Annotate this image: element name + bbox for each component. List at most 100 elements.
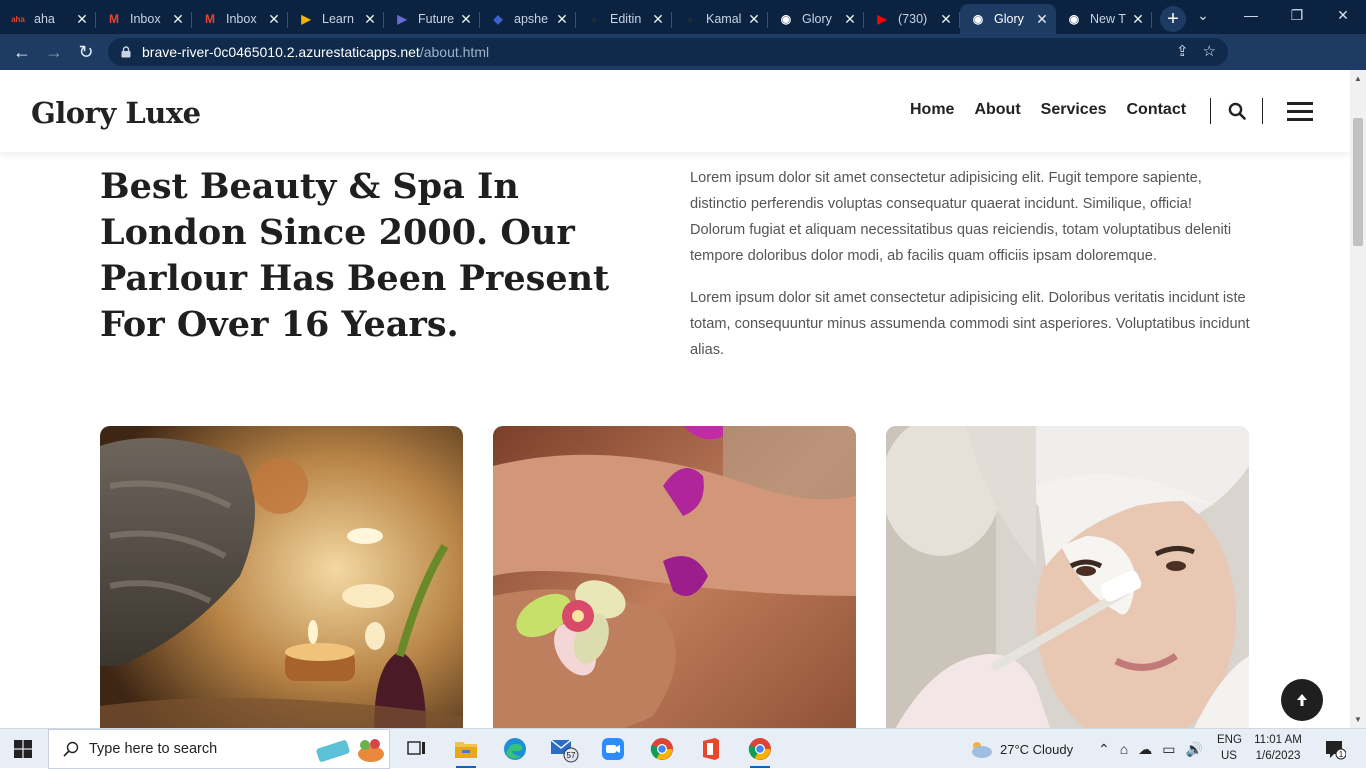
reload-button[interactable]: ↻ xyxy=(70,38,102,66)
browser-tab[interactable]: ▶ Future ✕ xyxy=(384,4,480,34)
tab-close-icon[interactable]: ✕ xyxy=(842,11,858,28)
forward-button[interactable]: → xyxy=(38,38,70,66)
notification-center-icon[interactable]: 1 xyxy=(1320,735,1350,763)
header-divider xyxy=(1210,98,1211,124)
tab-close-icon[interactable]: ✕ xyxy=(746,11,762,28)
tab-close-icon[interactable]: ✕ xyxy=(170,11,186,28)
windows-start-icon[interactable] xyxy=(14,740,32,758)
aha-icon: aha xyxy=(11,14,25,24)
tab-title: Glory xyxy=(994,12,1024,26)
hamburger-menu-icon[interactable] xyxy=(1287,102,1313,122)
weather-text: 27°C Cloudy xyxy=(1000,741,1074,757)
browser-toolbar: ← → ↻ brave-river-0c0465010.2.azurestati… xyxy=(0,34,1366,97)
restore-button[interactable]: ❐ xyxy=(1274,0,1320,30)
back-to-top-button[interactable] xyxy=(1281,679,1323,721)
header-divider xyxy=(1262,98,1263,124)
weather-widget[interactable]: 27°C Cloudy xyxy=(968,729,1073,769)
meet-now-icon[interactable]: ⌂ xyxy=(1120,741,1128,757)
browser-tab[interactable]: ◉ New T ✕ xyxy=(1056,4,1152,34)
browser-tab[interactable]: ▶ (730) ✕ xyxy=(864,4,960,34)
feet-flower-spa-photo xyxy=(493,426,856,728)
address-bar[interactable]: brave-river-0c0465010.2.azurestaticapps.… xyxy=(108,38,1228,66)
bookmark-star-icon[interactable]: ☆ xyxy=(1203,42,1216,60)
chrome-icon[interactable] xyxy=(647,735,677,763)
browser-tab[interactable]: ◆ apshe ✕ xyxy=(480,4,576,34)
browser-tab[interactable]: ● Editin ✕ xyxy=(576,4,672,34)
chrome-active-icon[interactable] xyxy=(745,735,775,768)
nav-services[interactable]: Services xyxy=(1041,101,1107,119)
tab-close-icon[interactable]: ✕ xyxy=(266,11,282,28)
browser-tab[interactable]: ◉ Glory ✕ xyxy=(960,4,1056,34)
language-indicator[interactable]: ENG US xyxy=(1217,732,1242,764)
tab-close-icon[interactable]: ✕ xyxy=(458,11,474,28)
chrome-icon: ◉ xyxy=(972,12,984,26)
spa-towel-candles-photo xyxy=(100,426,463,728)
tray-chevron-icon[interactable]: ⌃ xyxy=(1098,741,1110,758)
tab-close-icon[interactable]: ✕ xyxy=(1130,11,1146,28)
tab-close-icon[interactable]: ✕ xyxy=(938,11,954,28)
tab-title: Future xyxy=(418,12,455,26)
tab-close-icon[interactable]: ✕ xyxy=(554,11,570,28)
play-icon: ▶ xyxy=(301,12,311,26)
browser-tab[interactable]: ● Kamal ✕ xyxy=(672,4,768,34)
search-highlight-illustration xyxy=(316,739,384,762)
zoom-icon[interactable] xyxy=(598,735,628,763)
search-icon[interactable] xyxy=(1228,102,1246,120)
service-card-spa[interactable] xyxy=(100,426,463,728)
tab-title: Inbox xyxy=(130,12,161,26)
nav-about[interactable]: About xyxy=(974,101,1020,119)
about-paragraph-1: Lorem ipsum dolor sit amet consectetur a… xyxy=(690,170,1232,264)
browser-tab-strip: aha aha ✕ M Inbox ✕ M Inbox ✕ ▶ Learn ✕ ▶ Future ✕ ◆ aps… xyxy=(0,0,1366,34)
tab-close-icon[interactable]: ✕ xyxy=(362,11,378,28)
close-window-button[interactable]: ✕ xyxy=(1320,0,1366,30)
edge-icon[interactable] xyxy=(500,735,530,763)
scroll-down-arrow-icon[interactable]: ▼ xyxy=(1354,715,1362,724)
gmail-icon: M xyxy=(205,12,215,26)
main-nav: Home About Services Contact xyxy=(910,101,1186,119)
scrollbar-thumb[interactable] xyxy=(1353,118,1363,246)
battery-icon[interactable]: ▭ xyxy=(1162,741,1175,758)
page-viewport: Glory Luxe Home About Services Contact B… xyxy=(0,70,1350,728)
service-card-facial[interactable] xyxy=(886,426,1249,728)
arrow-up-icon xyxy=(1297,694,1307,706)
nav-contact[interactable]: Contact xyxy=(1127,101,1187,119)
tab-title: New T xyxy=(1090,12,1126,26)
scroll-up-arrow-icon[interactable]: ▲ xyxy=(1354,74,1362,83)
nav-home[interactable]: Home xyxy=(910,101,954,119)
notification-badge: 1 xyxy=(1339,750,1344,759)
search-icon xyxy=(63,741,79,757)
task-view-icon[interactable] xyxy=(402,735,432,763)
back-button[interactable]: ← xyxy=(6,38,38,66)
system-tray: ⌃ ⌂ ☁ ▭ 🔊 xyxy=(1098,729,1203,769)
tab-title: Editin xyxy=(610,12,642,26)
github-icon: ● xyxy=(686,12,694,26)
clock[interactable]: 11:01 AM 1/6/2023 xyxy=(1252,732,1304,764)
tab-title: (730) xyxy=(898,12,928,26)
about-heading: Best Beauty & Spa In London Since 2000. … xyxy=(100,166,610,345)
site-logo[interactable]: Glory Luxe xyxy=(31,96,201,130)
taskbar-search-box[interactable]: Type here to search xyxy=(48,729,390,769)
share-icon[interactable]: ⇪ xyxy=(1176,42,1189,60)
browser-tab[interactable]: M Inbox ✕ xyxy=(96,4,192,34)
mail-icon[interactable]: 57 xyxy=(549,735,579,763)
office-icon[interactable] xyxy=(696,735,726,763)
volume-icon[interactable]: 🔊 xyxy=(1185,741,1202,758)
service-card-pedicure[interactable] xyxy=(493,426,856,728)
tab-title: Learn xyxy=(322,12,354,26)
minimize-button[interactable]: — xyxy=(1228,0,1274,30)
browser-tab[interactable]: aha aha ✕ xyxy=(0,4,96,34)
tab-search-chevron-icon[interactable]: ⌄ xyxy=(1180,0,1226,30)
about-paragraph-2: Lorem ipsum dolor sit amet consectetur a… xyxy=(690,290,1250,358)
tab-close-icon[interactable]: ✕ xyxy=(1034,11,1050,28)
onedrive-icon[interactable]: ☁ xyxy=(1138,741,1152,758)
browser-tab[interactable]: ▶ Learn ✕ xyxy=(288,4,384,34)
file-explorer-icon[interactable] xyxy=(451,735,481,768)
tab-close-icon[interactable]: ✕ xyxy=(74,11,90,28)
browser-tab[interactable]: ◉ Glory ✕ xyxy=(768,4,864,34)
language-code: ENG xyxy=(1217,734,1242,746)
page-scrollbar[interactable]: ▲ ▼ xyxy=(1350,70,1366,728)
url-host: brave-river-0c0465010.2.azurestaticapps.… xyxy=(142,44,420,60)
tab-close-icon[interactable]: ✕ xyxy=(650,11,666,28)
lock-icon xyxy=(121,46,131,58)
browser-tab[interactable]: M Inbox ✕ xyxy=(192,4,288,34)
